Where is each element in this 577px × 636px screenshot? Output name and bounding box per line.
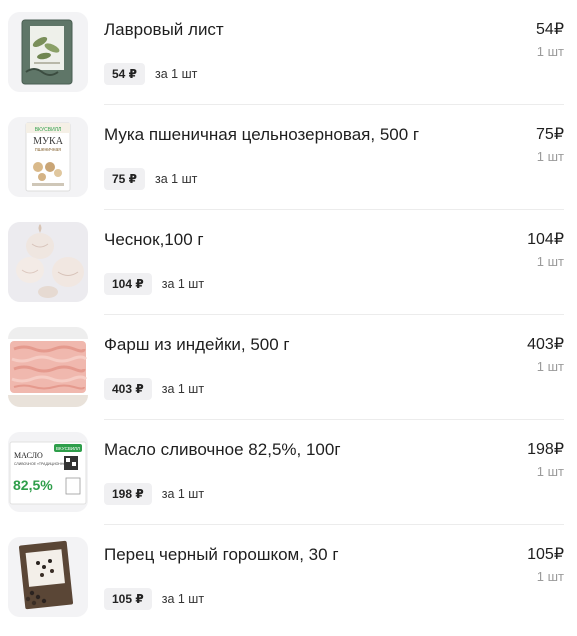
quantity-label: 1 шт [536,464,564,479]
unit-price-badge: 54 ₽ [104,63,146,85]
quantity-label: 1 шт [536,149,564,164]
cart-item[interactable]: Лавровый лист 54 ₽ за 1 шт 54₽ 1 шт [8,0,577,105]
product-name[interactable]: Масло сливочное 82,5%, 100г [104,439,341,461]
per-unit-label: за 1 шт [161,382,205,396]
product-image-garlic[interactable] [8,222,88,302]
line-total: 198₽ [527,441,564,458]
unit-price-badge: 403 ₽ [104,378,152,400]
butter-pack-brand: ВКУСВИЛЛ [56,446,80,451]
product-name[interactable]: Мука пшеничная цельнозерновая, 500 г [104,124,419,146]
product-image-flour[interactable]: ВКУСВИЛЛ МУКА пшеничная [8,117,88,197]
unit-price-badge: 105 ₽ [104,588,152,610]
product-name[interactable]: Перец черный горошком, 30 г [104,544,339,566]
quantity-label: 1 шт [536,359,564,374]
product-image-butter[interactable]: ВКУСВИЛЛ МАСЛО СЛИВОЧНОЕ «ТРАДИЦИОННОЕ» … [8,432,88,512]
cart-item[interactable]: ВКУСВИЛЛ МУКА пшеничная Мука пшеничная ц… [8,105,577,210]
line-total: 403₽ [527,336,564,353]
flour-pack-brand: ВКУСВИЛЛ [35,127,62,133]
flour-pack-title: МУКА [33,136,64,147]
per-unit-label: за 1 шт [161,592,205,606]
unit-price-group: 198 ₽ за 1 шт [104,483,204,505]
line-total: 75₽ [536,126,564,143]
cart-item[interactable]: Перец черный горошком, 30 г 105 ₽ за 1 ш… [8,525,577,630]
unit-price-group: 104 ₽ за 1 шт [104,273,204,295]
per-unit-label: за 1 шт [161,487,205,501]
product-name[interactable]: Лавровый лист [104,19,224,41]
line-total: 54₽ [536,21,564,38]
unit-price-badge: 198 ₽ [104,483,152,505]
per-unit-label: за 1 шт [155,67,198,81]
cart-item[interactable]: Фарш из индейки, 500 г 403 ₽ за 1 шт 403… [8,315,577,420]
quantity-label: 1 шт [536,254,564,269]
per-unit-label: за 1 шт [161,277,205,291]
per-unit-label: за 1 шт [155,172,198,186]
quantity-label: 1 шт [536,44,564,59]
flour-pack-subtitle: пшеничная [35,147,61,153]
product-image-bay-leaf[interactable] [8,12,88,92]
unit-price-group: 75 ₽ за 1 шт [104,168,197,190]
unit-price-badge: 75 ₽ [104,168,146,190]
unit-price-badge: 104 ₽ [104,273,152,295]
cart-item[interactable]: Чеснок,100 г 104 ₽ за 1 шт 104₽ 1 шт [8,210,577,315]
product-name[interactable]: Фарш из индейки, 500 г [104,334,290,356]
unit-price-group: 403 ₽ за 1 шт [104,378,204,400]
butter-pack-title: МАСЛО [14,451,43,460]
unit-price-group: 54 ₽ за 1 шт [104,63,197,85]
line-total: 105₽ [527,546,564,563]
product-name[interactable]: Чеснок,100 г [104,229,204,251]
cart-item-list: Лавровый лист 54 ₽ за 1 шт 54₽ 1 шт ВКУС… [0,0,577,630]
unit-price-group: 105 ₽ за 1 шт [104,588,204,610]
quantity-label: 1 шт [536,569,564,584]
line-total: 104₽ [527,231,564,248]
butter-pack-subtitle: СЛИВОЧНОЕ «ТРАДИЦИОННОЕ» [14,462,70,466]
cart-item[interactable]: ВКУСВИЛЛ МАСЛО СЛИВОЧНОЕ «ТРАДИЦИОННОЕ» … [8,420,577,525]
butter-pack-percent: 82,5% [13,477,53,493]
product-image-black-pepper[interactable] [8,537,88,617]
product-image-minced-turkey[interactable] [8,327,88,407]
